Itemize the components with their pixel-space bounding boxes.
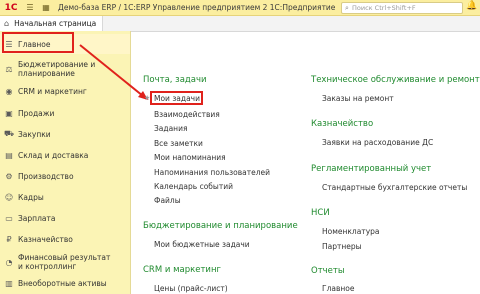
link-all-notes[interactable]: Все заметки [154,139,203,148]
section-crm: CRM и маркетинг [143,265,221,275]
section-mail-tasks: Почта, задачи [143,75,207,85]
link-partners[interactable]: Партнеры [322,242,362,251]
section-treasury: Казначейство [311,119,374,129]
link-my-reminders[interactable]: Мои напоминания [154,153,226,162]
highlight-frame-my-tasks [150,91,203,105]
link-tasks[interactable]: Задания [154,124,187,133]
link-main-report[interactable]: Главное [322,284,355,293]
section-tech-service: Техническое обслуживание и ремонты [311,75,480,85]
link-expense-requests[interactable]: Заявки на расходование ДС [322,138,433,147]
section-budget: Бюджетирование и планирование [143,221,298,231]
link-user-reminders[interactable]: Напоминания пользователей [154,168,270,177]
section-reports: Отчеты [311,266,345,276]
link-std-reports[interactable]: Стандартные бухгалтерские отчеты [322,183,467,192]
link-files[interactable]: Файлы [154,196,181,205]
section-reg-accounting: Регламентированный учет [311,164,432,174]
link-repair-orders[interactable]: Заказы на ремонт [322,94,394,103]
link-interactions[interactable]: Взаимодействия [154,110,220,119]
link-nomenclature[interactable]: Номенклатура [322,227,380,236]
section-nsi: НСИ [311,208,330,218]
link-event-calendar[interactable]: Календарь событий [154,182,233,191]
annotation-arrow [79,44,148,100]
link-price-list[interactable]: Цены (прайс-лист) [154,284,228,293]
link-my-budget-tasks[interactable]: Мои бюджетные задачи [154,240,250,249]
